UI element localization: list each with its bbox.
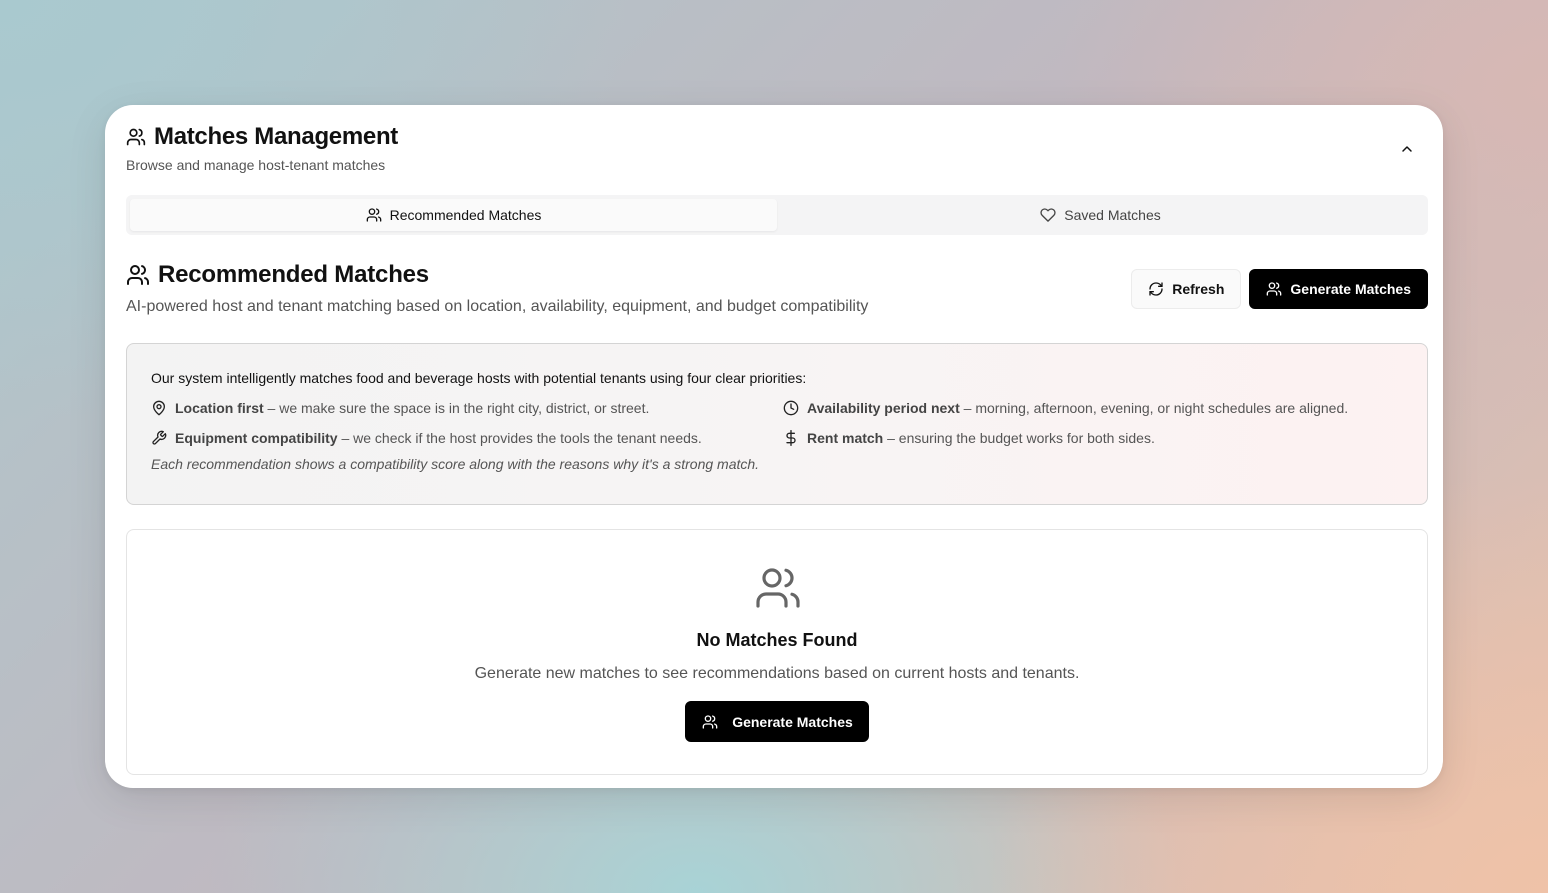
info-note: Each recommendation shows a compatibilit…: [151, 456, 760, 472]
priority-text: – morning, afternoon, evening, or night …: [959, 400, 1349, 416]
priority-title: Availability period next: [807, 400, 960, 416]
tab-label: Recommended Matches: [389, 207, 542, 223]
refresh-label: Refresh: [1172, 281, 1225, 297]
section-subtitle: AI-powered host and tenant matching base…: [126, 298, 869, 315]
section-header: Recommended Matches AI-powered host and …: [126, 261, 868, 316]
empty-subtitle: Generate new matches to see recommendati…: [474, 665, 1080, 682]
chevron-up-icon: [1399, 141, 1415, 157]
priority-title: Location first: [175, 400, 264, 416]
priority-text: – ensuring the budget works for both sid…: [883, 430, 1155, 446]
tab-saved-matches[interactable]: Saved Matches: [777, 199, 1424, 231]
card-header: Matches Management Browse and manage hos…: [126, 123, 398, 173]
priority-equipment: Equipment compatibility – we check if th…: [151, 430, 783, 446]
priority-rent: Rent match – ensuring the budget works f…: [783, 430, 1403, 446]
map-pin-icon: [151, 400, 167, 416]
users-icon: [702, 714, 718, 730]
tab-recommended-matches[interactable]: Recommended Matches: [130, 199, 777, 231]
priority-text: – we check if the host provides the tool…: [337, 430, 702, 446]
page-subtitle: Browse and manage host-tenant matches: [126, 157, 386, 173]
heart-icon: [1040, 207, 1056, 223]
refresh-icon: [1148, 281, 1164, 297]
empty-title: No Matches Found: [696, 630, 858, 650]
matches-management-card: Matches Management Browse and manage hos…: [105, 105, 1443, 788]
empty-state: No Matches Found Generate new matches to…: [126, 529, 1428, 775]
page-title: Matches Management: [154, 123, 398, 150]
users-icon: [126, 127, 146, 147]
priority-location: Location first – we make sure the space …: [151, 400, 783, 416]
tab-list: Recommended Matches Saved Matches: [126, 195, 1428, 235]
tab-label: Saved Matches: [1064, 207, 1161, 223]
collapse-button[interactable]: [1395, 137, 1419, 161]
section-title: Recommended Matches: [158, 261, 429, 288]
users-icon: [126, 263, 150, 287]
priority-availability: Availability period next – morning, afte…: [783, 400, 1403, 416]
dollar-icon: [783, 430, 799, 446]
generate-matches-label: Generate Matches: [1290, 281, 1411, 297]
priority-list: Location first – we make sure the space …: [151, 400, 1403, 446]
users-icon: [1266, 281, 1282, 297]
priority-text: – we make sure the space is in the right…: [263, 400, 650, 416]
info-intro: Our system intelligently matches food an…: [151, 370, 807, 386]
generate-matches-button[interactable]: Generate Matches: [1249, 269, 1428, 309]
wrench-icon: [151, 430, 167, 446]
priority-title: Equipment compatibility: [175, 430, 338, 446]
clock-icon: [783, 400, 799, 416]
matching-info-panel: Our system intelligently matches food an…: [126, 343, 1428, 505]
empty-generate-matches-button[interactable]: Generate Matches: [685, 701, 869, 742]
refresh-button[interactable]: Refresh: [1131, 269, 1242, 309]
section-actions: Refresh Generate Matches: [1131, 269, 1428, 309]
priority-title: Rent match: [807, 430, 884, 446]
users-icon: [754, 564, 802, 612]
users-icon: [366, 207, 382, 223]
generate-matches-label: Generate Matches: [732, 713, 853, 730]
